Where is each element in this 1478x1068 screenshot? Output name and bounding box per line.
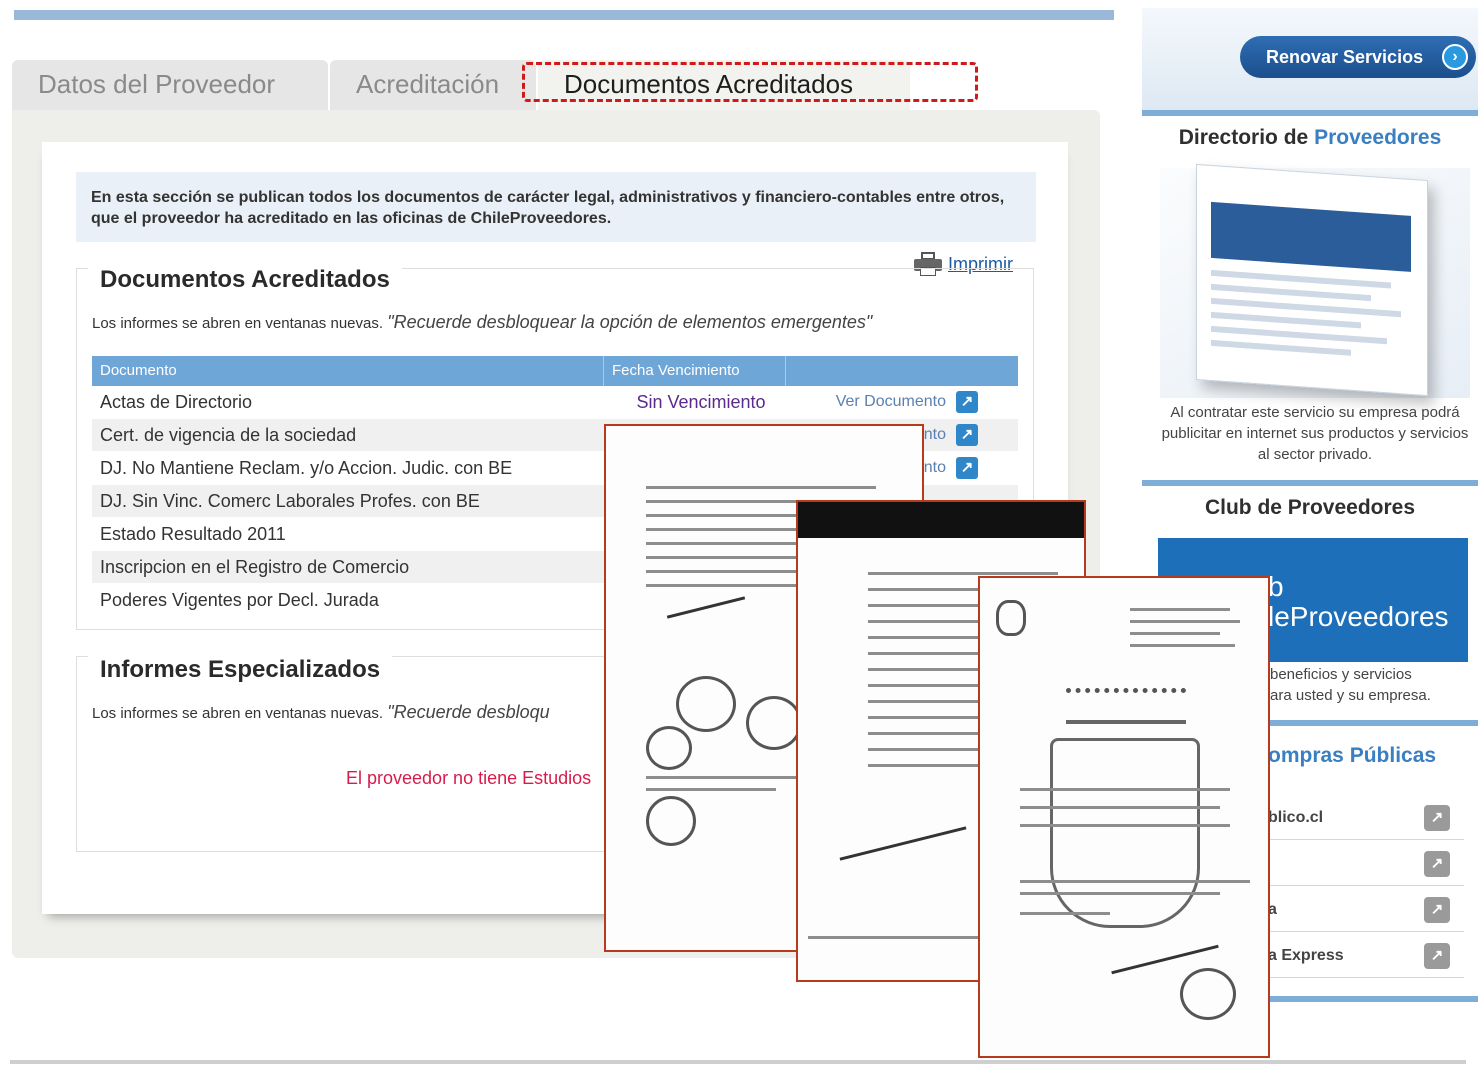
- doc-name: Estado Resultado 2011: [100, 523, 286, 544]
- tab-datos-proveedor[interactable]: Datos del Proveedor: [12, 60, 328, 112]
- table-row: Actas de Directorio Sin Vencimiento Ver …: [92, 386, 1018, 419]
- directory-title: Directorio de Proveedores: [1178, 126, 1442, 149]
- doc-name: DJ. No Mantiene Reclam. y/o Accion. Judi…: [100, 457, 513, 478]
- external-link-icon[interactable]: ↗: [956, 424, 978, 446]
- external-link-icon[interactable]: ↗: [956, 457, 978, 479]
- column-header-documento: Documento: [92, 356, 604, 386]
- reports-note: Los informes se abren en ventanas nuevas…: [92, 702, 550, 723]
- top-strip: [14, 10, 1114, 20]
- tab-bar: Datos del Proveedor Acreditación Documen…: [12, 60, 1092, 112]
- external-link-icon[interactable]: ↗: [1424, 805, 1450, 831]
- chevron-right-icon: ›: [1442, 44, 1468, 70]
- doc-name: Cert. de vigencia de la sociedad: [100, 424, 357, 445]
- doc-name: Actas de Directorio: [100, 391, 253, 412]
- renovar-servicios-button[interactable]: Renovar Servicios ›: [1240, 36, 1476, 78]
- external-link-icon[interactable]: ↗: [1424, 897, 1450, 923]
- documents-section-title: Documentos Acreditados: [88, 266, 402, 294]
- reports-note-prefix: Los informes se abren en ventanas nuevas…: [92, 705, 384, 722]
- table-header: Documento Fecha Vencimiento: [92, 356, 1018, 386]
- column-header-action: [786, 356, 1018, 386]
- info-text: En esta sección se publican todos los do…: [91, 189, 1005, 227]
- column-header-fecha-vencimiento: Fecha Vencimiento: [604, 356, 786, 386]
- renovar-servicios-label: Renovar Servicios: [1266, 47, 1424, 67]
- documents-note-prefix: Los informes se abren en ventanas nuevas…: [92, 315, 384, 332]
- club-banner-text: b leProveedores: [1268, 571, 1449, 632]
- tab-documentos-acreditados[interactable]: Documentos Acreditados: [538, 60, 910, 112]
- sidebar-divider: [1142, 480, 1478, 486]
- public-purchases-title: ompras Públicas: [1268, 744, 1437, 767]
- ver-documento-link[interactable]: Ver Documento ↗: [798, 391, 1018, 413]
- documents-note: Los informes se abren en ventanas nuevas…: [92, 312, 872, 333]
- doc-expiry: Sin Vencimiento: [636, 391, 766, 412]
- scanned-document-3: [978, 576, 1270, 1058]
- external-link-icon[interactable]: ↗: [956, 391, 978, 413]
- footer-divider: [10, 1060, 1466, 1064]
- sidebar-divider: [1142, 110, 1478, 116]
- doc-name: DJ. Sin Vinc. Comerc Laborales Profes. c…: [100, 490, 480, 511]
- documents-note-quote: "Recuerde desbloquear la opción de eleme…: [387, 312, 873, 332]
- tab-acreditacion[interactable]: Acreditación: [330, 60, 536, 112]
- reports-section-title: Informes Especializados: [88, 656, 393, 684]
- doc-name: Inscripcion en el Registro de Comercio: [100, 556, 410, 577]
- doc-name: Poderes Vigentes por Decl. Jurada: [100, 589, 379, 610]
- club-title: Club de Proveedores: [1204, 496, 1416, 519]
- reports-empty-message: El proveedor no tiene Estudios: [346, 768, 592, 788]
- club-description: beneficios y servicios ara usted y su em…: [1270, 666, 1431, 704]
- external-link-icon[interactable]: ↗: [1424, 943, 1450, 969]
- info-box: En esta sección se publican todos los do…: [76, 172, 1036, 242]
- external-link-icon[interactable]: ↗: [1424, 851, 1450, 877]
- directory-description: Al contratar este servicio su empresa po…: [1161, 404, 1469, 463]
- reports-note-quote: "Recuerde desbloqu: [387, 702, 550, 722]
- directory-mockup: [1196, 163, 1428, 397]
